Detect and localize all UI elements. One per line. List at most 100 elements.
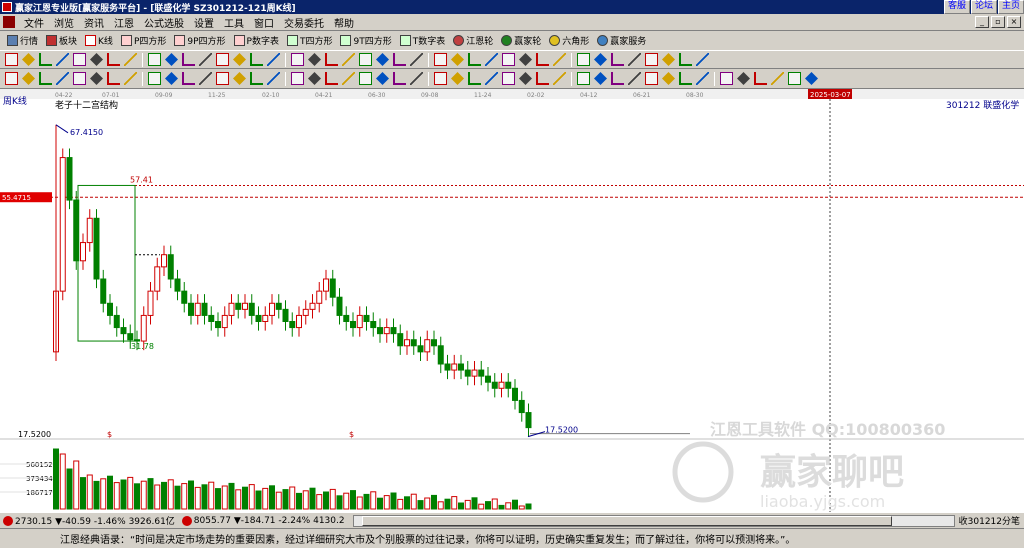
tool-hexagon[interactable]: 六角形 [545, 34, 593, 47]
draw-tool-30-icon[interactable] [519, 53, 532, 66]
draw-tool-3-icon[interactable] [39, 53, 52, 66]
tool-t-square[interactable]: T四方形 [283, 34, 337, 47]
draw-tool-9-icon[interactable] [148, 53, 161, 66]
menu-formula[interactable]: 公式选股 [139, 15, 189, 30]
link-kefu[interactable]: 客服 [943, 0, 970, 14]
draw-tool-40-icon[interactable] [696, 53, 709, 66]
draw-tool-2-icon[interactable] [22, 53, 35, 66]
draw-tool-36-icon[interactable] [628, 53, 641, 66]
draw-tool-17-icon[interactable] [291, 53, 304, 66]
shenzhen-index[interactable]: 8055.77 ▼-184.71 -2.24% 4130.2 [194, 516, 345, 526]
draw-tool-7-icon[interactable] [107, 53, 120, 66]
analysis-tool-22-icon[interactable] [376, 72, 389, 85]
analysis-tool-46-icon[interactable] [805, 72, 818, 85]
analysis-tool-44-icon[interactable] [771, 72, 784, 85]
draw-tool-24-icon[interactable] [410, 53, 423, 66]
analysis-tool-35-icon[interactable] [611, 72, 624, 85]
menu-trade[interactable]: 交易委托 [279, 15, 329, 30]
draw-tool-29-icon[interactable] [502, 53, 515, 66]
draw-tool-19-icon[interactable] [325, 53, 338, 66]
draw-tool-16-icon[interactable] [267, 53, 280, 66]
tool-quotes[interactable]: 行情 [3, 34, 42, 47]
minimize-button[interactable]: _ [975, 16, 989, 28]
kline-chart[interactable]: 04-22 07-01 09-09 11-25 02-10 04-21 06-30 09-08… [0, 89, 1024, 512]
analysis-tool-1-icon[interactable] [5, 72, 18, 85]
tool-p-square[interactable]: P四方形 [117, 34, 170, 47]
menu-app-icon[interactable] [3, 16, 15, 28]
menu-tools[interactable]: 工具 [219, 15, 249, 30]
draw-tool-26-icon[interactable] [451, 53, 464, 66]
menu-window[interactable]: 窗口 [249, 15, 279, 30]
analysis-tool-10-icon[interactable] [165, 72, 178, 85]
menu-info[interactable]: 资讯 [79, 15, 109, 30]
analysis-tool-17-icon[interactable] [291, 72, 304, 85]
analysis-tool-21-icon[interactable] [359, 72, 372, 85]
tool-gann-wheel[interactable]: 江恩轮 [449, 34, 497, 47]
tool-9t-square[interactable]: 9T四方形 [336, 34, 395, 47]
draw-tool-22-icon[interactable] [376, 53, 389, 66]
analysis-tool-16-icon[interactable] [267, 72, 280, 85]
menu-browse[interactable]: 浏览 [49, 15, 79, 30]
analysis-tool-14-icon[interactable] [233, 72, 246, 85]
analysis-tool-27-icon[interactable] [468, 72, 481, 85]
draw-tool-10-icon[interactable] [165, 53, 178, 66]
tool-t-table[interactable]: T数字表 [396, 34, 450, 47]
draw-tool-23-icon[interactable] [393, 53, 406, 66]
analysis-tool-2-icon[interactable] [22, 72, 35, 85]
analysis-tool-42-icon[interactable] [737, 72, 750, 85]
analysis-tool-45-icon[interactable] [788, 72, 801, 85]
close-button[interactable]: × [1007, 16, 1021, 28]
analysis-tool-36-icon[interactable] [628, 72, 641, 85]
analysis-tool-39-icon[interactable] [679, 72, 692, 85]
analysis-tool-9-icon[interactable] [148, 72, 161, 85]
analysis-tool-31-icon[interactable] [536, 72, 549, 85]
draw-tool-25-icon[interactable] [434, 53, 447, 66]
draw-tool-12-icon[interactable] [199, 53, 212, 66]
tick-detail-label[interactable]: 收301212分笔 [959, 514, 1020, 527]
analysis-tool-13-icon[interactable] [216, 72, 229, 85]
menu-file[interactable]: 文件 [19, 15, 49, 30]
analysis-tool-37-icon[interactable] [645, 72, 658, 85]
draw-tool-38-icon[interactable] [662, 53, 675, 66]
tool-9p-square[interactable]: 9P四方形 [170, 34, 229, 47]
analysis-tool-7-icon[interactable] [107, 72, 120, 85]
analysis-tool-28-icon[interactable] [485, 72, 498, 85]
analysis-tool-20-icon[interactable] [342, 72, 355, 85]
menu-gann[interactable]: 江恩 [109, 15, 139, 30]
draw-tool-39-icon[interactable] [679, 53, 692, 66]
analysis-tool-11-icon[interactable] [182, 72, 195, 85]
draw-tool-32-icon[interactable] [553, 53, 566, 66]
analysis-tool-3-icon[interactable] [39, 72, 52, 85]
draw-tool-28-icon[interactable] [485, 53, 498, 66]
analysis-tool-23-icon[interactable] [393, 72, 406, 85]
tool-p-table[interactable]: P数字表 [230, 34, 283, 47]
analysis-tool-15-icon[interactable] [250, 72, 263, 85]
analysis-tool-30-icon[interactable] [519, 72, 532, 85]
draw-tool-31-icon[interactable] [536, 53, 549, 66]
analysis-tool-4-icon[interactable] [56, 72, 69, 85]
link-zhuye[interactable]: 主页 [997, 0, 1024, 14]
restore-button[interactable]: ▫ [991, 16, 1005, 28]
horizontal-scrollbar[interactable] [352, 514, 955, 527]
tool-winner-wheel[interactable]: 赢家轮 [497, 34, 545, 47]
analysis-tool-24-icon[interactable] [410, 72, 423, 85]
tool-sectors[interactable]: 板块 [42, 34, 81, 47]
draw-tool-34-icon[interactable] [594, 53, 607, 66]
analysis-tool-29-icon[interactable] [502, 72, 515, 85]
analysis-tool-18-icon[interactable] [308, 72, 321, 85]
analysis-tool-19-icon[interactable] [325, 72, 338, 85]
analysis-tool-6-icon[interactable] [90, 72, 103, 85]
draw-tool-14-icon[interactable] [233, 53, 246, 66]
draw-tool-8-icon[interactable] [124, 53, 137, 66]
draw-tool-27-icon[interactable] [468, 53, 481, 66]
analysis-tool-43-icon[interactable] [754, 72, 767, 85]
analysis-tool-25-icon[interactable] [434, 72, 447, 85]
analysis-tool-38-icon[interactable] [662, 72, 675, 85]
draw-tool-15-icon[interactable] [250, 53, 263, 66]
draw-tool-35-icon[interactable] [611, 53, 624, 66]
kline-svg[interactable]: 04-22 07-01 09-09 11-25 02-10 04-21 06-30 09-08… [0, 89, 1024, 512]
draw-tool-33-icon[interactable] [577, 53, 590, 66]
draw-tool-11-icon[interactable] [182, 53, 195, 66]
analysis-tool-34-icon[interactable] [594, 72, 607, 85]
menu-help[interactable]: 帮助 [329, 15, 359, 30]
